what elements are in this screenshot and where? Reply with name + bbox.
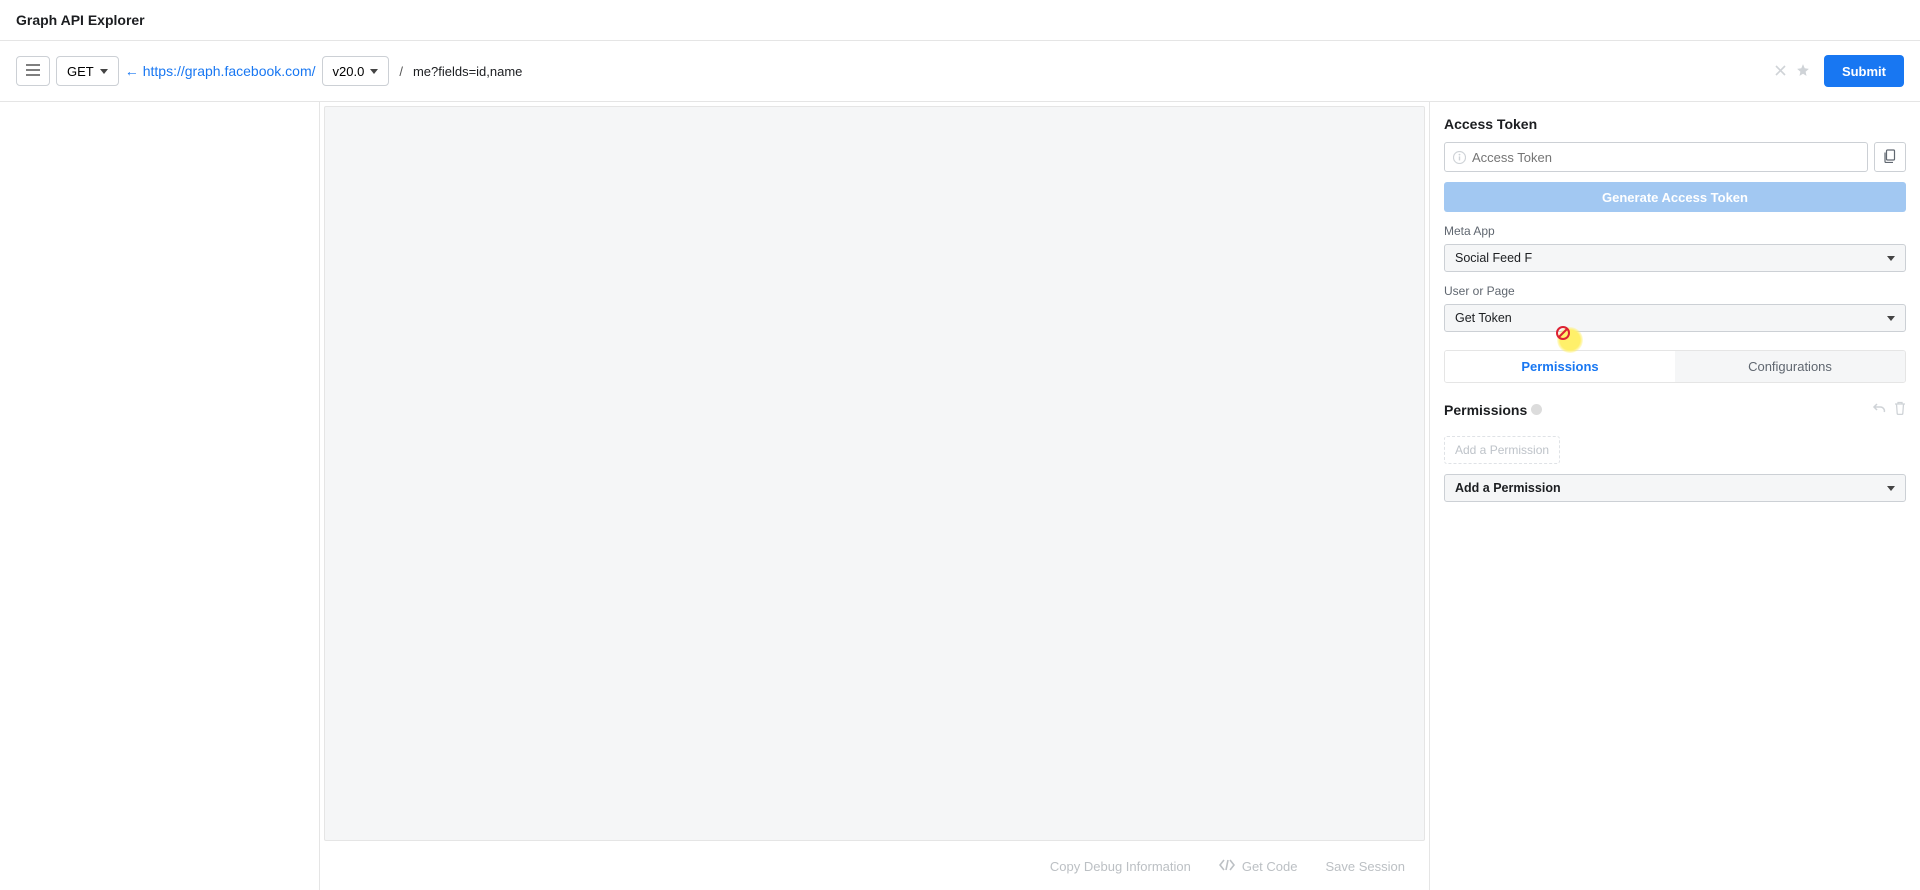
clear-icon[interactable] xyxy=(1775,64,1786,79)
meta-app-value: Social Feed F xyxy=(1455,251,1532,265)
left-sidebar xyxy=(0,102,320,890)
permissions-heading: Permissions xyxy=(1444,402,1542,418)
tab-permissions[interactable]: Permissions xyxy=(1445,351,1675,382)
add-permission-select-label: Add a Permission xyxy=(1455,481,1561,495)
method-label: GET xyxy=(67,64,94,79)
add-permission-select[interactable]: Add a Permission xyxy=(1444,474,1906,502)
info-icon xyxy=(1531,404,1542,415)
right-panel: Access Token Generate Access Token Meta … xyxy=(1430,102,1920,890)
response-pane: Copy Debug Information Get Code Save Ses… xyxy=(320,102,1430,890)
code-icon xyxy=(1219,859,1235,874)
meta-app-select[interactable]: Social Feed F xyxy=(1444,244,1906,272)
get-code-label: Get Code xyxy=(1242,859,1298,874)
version-label: v20.0 xyxy=(333,64,365,79)
query-input[interactable] xyxy=(413,56,1769,86)
caret-down-icon xyxy=(100,69,108,74)
undo-icon[interactable] xyxy=(1872,401,1886,418)
access-token-heading: Access Token xyxy=(1444,116,1906,132)
meta-app-label: Meta App xyxy=(1444,224,1906,238)
caret-down-icon xyxy=(1887,486,1895,491)
copy-debug-info-button[interactable]: Copy Debug Information xyxy=(1050,859,1191,874)
base-url-label: https://graph.facebook.com/ xyxy=(143,63,316,79)
back-arrow-icon[interactable]: ← xyxy=(125,63,139,79)
page-title: Graph API Explorer xyxy=(0,0,1920,41)
generate-access-token-button[interactable]: Generate Access Token xyxy=(1444,182,1906,212)
copy-token-button[interactable] xyxy=(1874,142,1906,172)
user-or-page-value: Get Token xyxy=(1455,311,1512,325)
user-or-page-label: User or Page xyxy=(1444,284,1906,298)
user-or-page-select[interactable]: Get Token xyxy=(1444,304,1906,332)
submit-button[interactable]: Submit xyxy=(1824,55,1904,87)
request-toolbar: GET ← https://graph.facebook.com/ v20.0 … xyxy=(0,41,1920,102)
response-actions: Copy Debug Information Get Code Save Ses… xyxy=(320,841,1429,890)
caret-down-icon xyxy=(1887,256,1895,261)
add-permission-chip[interactable]: Add a Permission xyxy=(1444,436,1560,464)
get-code-button[interactable]: Get Code xyxy=(1219,859,1298,874)
access-token-input[interactable] xyxy=(1472,150,1859,165)
path-slash: / xyxy=(399,64,403,79)
trash-icon[interactable] xyxy=(1894,401,1906,418)
permissions-heading-text: Permissions xyxy=(1444,402,1527,418)
menu-toggle-button[interactable] xyxy=(16,56,50,86)
method-select[interactable]: GET xyxy=(56,56,119,86)
caret-down-icon xyxy=(1887,316,1895,321)
info-icon xyxy=(1453,151,1466,164)
response-body-area xyxy=(324,106,1425,841)
star-icon[interactable] xyxy=(1796,63,1810,80)
perm-config-tabs: Permissions Configurations xyxy=(1444,350,1906,383)
caret-down-icon xyxy=(370,69,378,74)
save-session-button[interactable]: Save Session xyxy=(1326,859,1406,874)
access-token-field-wrapper xyxy=(1444,142,1868,172)
hamburger-icon xyxy=(26,64,40,79)
version-select[interactable]: v20.0 xyxy=(322,56,390,86)
tab-configurations[interactable]: Configurations xyxy=(1675,351,1905,382)
copy-icon xyxy=(1883,149,1897,166)
